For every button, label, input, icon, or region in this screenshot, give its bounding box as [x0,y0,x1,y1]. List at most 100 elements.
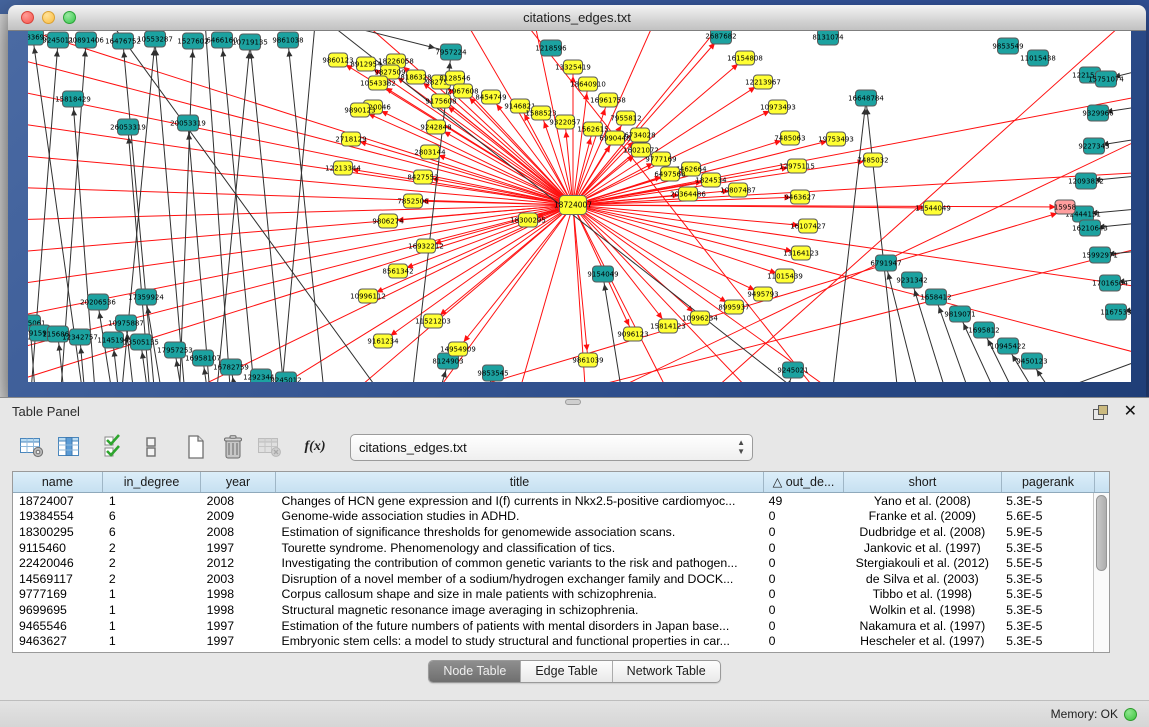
graph-node-label: 6990448 [599,134,630,142]
column-header-title[interactable]: title [276,472,764,492]
table-row[interactable]: 911546021997Tourette syndrome. Phenomeno… [13,540,1093,556]
table-row[interactable]: 1830029562008Estimation of significance … [13,524,1093,540]
column-header-in_degree[interactable]: in_degree [103,472,201,492]
column-header-pagerank[interactable]: pagerank [1002,472,1095,492]
column-header-year[interactable]: year [201,472,276,492]
select-all-icon [102,434,126,460]
graph-node-label: 9495793 [747,290,778,298]
graph-node-label: 9161234 [367,337,399,345]
table-row[interactable]: 2242004622012Investigating the contribut… [13,555,1093,571]
cell-short: Franke et al. (2009) [842,509,1000,523]
graph-node-label: 1218596 [535,44,567,52]
graph-node-label: 2967608 [447,87,478,95]
scrollbar-thumb[interactable] [1096,495,1107,571]
clear-selection-button[interactable] [137,433,165,461]
close-panel-icon[interactable]: ✕ [1124,404,1137,420]
cell-name: 9465546 [13,619,103,633]
cell-name: 9463627 [13,634,103,648]
column-header-name[interactable]: name [13,472,103,492]
new-document-button[interactable] [182,433,210,461]
graph-node-label: 9860123 [322,56,353,64]
graph-node-label: 7955812 [610,114,641,122]
graph-node-label: 15958 [1054,203,1076,211]
graph-node-label: 7957224 [435,48,467,56]
graph-node-label: 10996234 [682,314,718,322]
cell-out_de: 0 [763,634,843,648]
cell-short: Tibbo et al. (1998) [842,587,1000,601]
cell-out_de: 0 [763,541,843,555]
zoom-window-button[interactable] [63,11,76,24]
tab-network-table[interactable]: Network Table [613,661,720,682]
delete-table-icon [257,435,283,459]
cell-pagerank: 5.3E-5 [1000,587,1093,601]
graph-node-label: 10975887 [108,319,144,327]
screen: citations_edges.txt 19836939245011208914… [0,0,1149,727]
cell-out_de: 0 [763,525,843,539]
table-row[interactable]: 977716911998Corpus callosum shape and si… [13,587,1093,603]
float-panel-icon[interactable] [1093,405,1108,419]
cell-pagerank: 5.9E-5 [1000,525,1093,539]
memory-status-label: Memory: OK [1051,707,1118,721]
tab-node-table[interactable]: Node Table [429,661,521,682]
graph-node-label: 20053319 [170,119,206,127]
cell-in_degree: 1 [103,587,201,601]
cell-title: Estimation of significance thresholds fo… [276,525,763,539]
cell-in_degree: 1 [103,634,201,648]
close-window-button[interactable] [21,11,34,24]
graph-node-label: 11015439 [767,272,803,280]
cell-title: Structural magnetic resonance image aver… [276,603,763,617]
graph-node-label: 9245012 [270,376,301,382]
table-scrollbar[interactable] [1093,493,1109,652]
column-icon [56,435,82,459]
graph-node-label: 16958107 [185,354,221,362]
table-row[interactable]: 1938455462009Genome-wide association stu… [13,509,1093,525]
cell-pagerank: 5.3E-5 [1000,603,1093,617]
cell-name: 22420046 [13,556,103,570]
table-row[interactable]: 946362711997Embryonic stem cells: a mode… [13,633,1093,649]
graph-node-label: 16476752 [105,37,141,45]
graph-node-label: 20206536 [80,298,116,306]
table-settings-button[interactable] [18,433,46,461]
graph-node-label: 13164123 [783,249,819,257]
select-stepper-icon: ▲▼ [737,438,745,456]
cell-title: Investigating the contribution of common… [276,556,763,570]
graph-node-label: 18300295 [510,216,546,224]
graph-node-label: 7485063 [774,134,805,142]
table-row[interactable]: 946554611997Estimation of the future num… [13,618,1093,634]
graph-node-label: 20364486 [670,190,706,198]
function-button[interactable]: f(x) [301,433,329,461]
graph-node-label: 12213344 [325,164,361,172]
cell-year: 2008 [201,494,276,508]
table-row[interactable]: 1456911722003Disruption of a novel membe… [13,571,1093,587]
graph-node-label: 10719135 [232,38,268,46]
column-header-out_de[interactable]: △ out_de... [764,472,844,492]
network-canvas[interactable]: 1983693924501120891406164767521055328715… [28,31,1131,382]
graph-node-label: 15992971 [1082,251,1118,259]
window-titlebar[interactable]: citations_edges.txt [8,5,1146,31]
minimize-window-button[interactable] [42,11,55,24]
graph-node-label: 16648784 [848,94,884,102]
select-all-button[interactable] [100,433,128,461]
traffic-lights [21,11,76,24]
delete-trash-button[interactable] [219,433,247,461]
splitter-handle[interactable] [565,399,581,405]
network-window: citations_edges.txt 19836939245011208914… [8,5,1146,397]
column-header-short[interactable]: short [844,472,1002,492]
graph-node-label: 12093832 [1068,177,1104,185]
table-row[interactable]: 969969511998Structural magnetic resonanc… [13,602,1093,618]
delete-table-button[interactable] [256,433,284,461]
cell-in_degree: 2 [103,572,201,586]
graph-node-label: 10553287 [137,35,173,43]
graph-node-label: 10996112 [350,292,386,300]
column-button[interactable] [55,433,83,461]
tab-edge-table[interactable]: Edge Table [521,661,612,682]
graph-node-label: 9861038 [272,36,303,44]
new-document-icon [184,434,208,460]
cell-name: 19384554 [13,509,103,523]
cell-out_de: 0 [763,572,843,586]
graph-node-label: 6791947 [870,259,901,267]
network-select[interactable]: citations_edges.txt ▲▼ [350,434,753,461]
graph-node-label: 15751074 [1088,75,1124,83]
graph-node-label: 15814123 [650,322,686,330]
table-row[interactable]: 1872400712008Changes of HCN gene express… [13,493,1093,509]
